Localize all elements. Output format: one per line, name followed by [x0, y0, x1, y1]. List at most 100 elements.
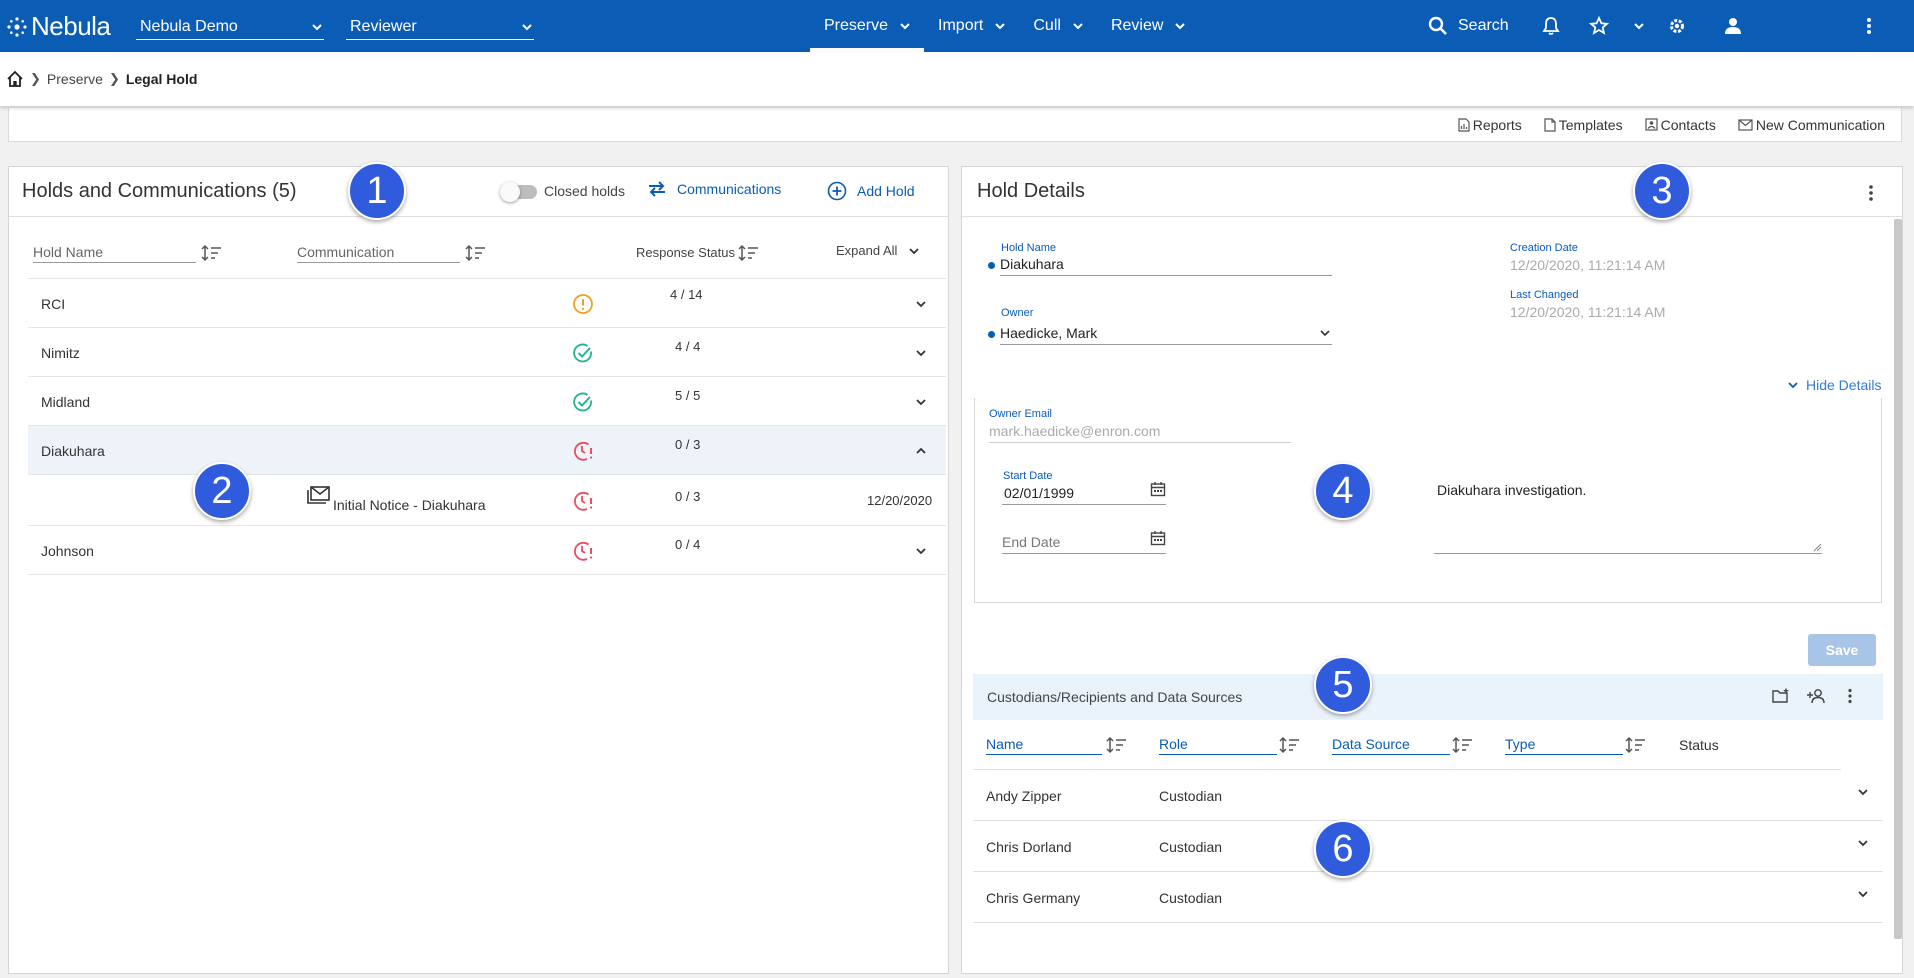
save-button[interactable]: Save	[1808, 634, 1876, 666]
home-icon[interactable]	[6, 70, 24, 88]
expand-row-button[interactable]	[1856, 868, 1870, 919]
nav-cull[interactable]: Cull	[1019, 0, 1097, 52]
add-hold-label: Add Hold	[857, 183, 915, 199]
sort-icon[interactable]	[1451, 736, 1473, 754]
role-filter[interactable]: Role	[1159, 733, 1277, 755]
nav-preserve[interactable]: Preserve	[810, 0, 925, 52]
hold-name-filter[interactable]: Hold Name	[33, 241, 196, 263]
response-cell: 0 / 4	[675, 537, 701, 552]
nav-review[interactable]: Review	[1097, 0, 1199, 52]
expand-all-button[interactable]: Expand All	[836, 243, 921, 258]
custodians-title: Custodians/Recipients and Data Sources	[987, 689, 1243, 705]
hold-name-header: Hold Name	[33, 243, 104, 260]
chevron-down-icon	[1320, 329, 1330, 336]
sort-icon[interactable]	[464, 244, 486, 262]
contacts-button[interactable]: Contacts	[1644, 117, 1716, 133]
expand-row-button[interactable]	[914, 526, 928, 575]
chevron-down-icon[interactable]	[993, 19, 1007, 33]
sort-icon[interactable]	[1624, 736, 1646, 754]
resize-handle-icon[interactable]	[1813, 543, 1822, 552]
annotation-marker-4: 4	[1314, 462, 1372, 520]
end-date-input[interactable]: End Date	[1002, 530, 1166, 554]
custodian-row[interactable]: Andy Zipper Custodian	[973, 770, 1883, 821]
search-label: Search	[1458, 17, 1509, 34]
sort-icon[interactable]	[1105, 736, 1127, 754]
more-vert-icon[interactable]	[1866, 16, 1872, 36]
chevron-down-icon[interactable]	[1071, 19, 1085, 33]
custodian-row[interactable]: Chris Germany Custodian	[973, 872, 1883, 923]
response-cell: 4 / 14	[670, 287, 703, 302]
search-button[interactable]: Search	[1428, 0, 1509, 52]
expand-row-button[interactable]	[1856, 817, 1870, 868]
calendar-icon[interactable]	[1150, 481, 1166, 497]
date-cell: 12/20/2020	[867, 493, 933, 508]
name-filter[interactable]: Name	[986, 733, 1102, 755]
more-vert-icon[interactable]	[1868, 184, 1874, 202]
table-row[interactable]: RCI 4 / 14	[28, 279, 946, 328]
required-indicator	[988, 331, 995, 338]
type-filter[interactable]: Type	[1505, 733, 1623, 755]
data-source-filter[interactable]: Data Source	[1332, 733, 1450, 755]
nav-import[interactable]: Import	[924, 0, 1019, 52]
project-select[interactable]: Nebula Demo	[136, 14, 324, 40]
bell-icon[interactable]	[1542, 16, 1560, 36]
chevron-down-icon[interactable]	[898, 19, 912, 33]
expand-row-button[interactable]	[914, 279, 928, 328]
calendar-icon[interactable]	[1150, 530, 1166, 546]
reports-label: Reports	[1472, 116, 1522, 133]
hold-name-input[interactable]: Diakuhara	[1000, 252, 1332, 276]
role-select[interactable]: Reviewer	[346, 14, 534, 40]
gear-icon[interactable]	[1667, 16, 1687, 36]
sort-icon[interactable]	[737, 244, 759, 262]
logo[interactable]: Nebula	[6, 11, 111, 42]
table-row-selected[interactable]: Diakuhara 0 / 3	[28, 426, 946, 475]
chevron-down-icon[interactable]	[1632, 19, 1646, 33]
star-icon[interactable]	[1589, 16, 1609, 36]
closed-holds-toggle[interactable]	[500, 182, 537, 202]
add-person-icon[interactable]	[1806, 688, 1826, 704]
chevron-down-icon	[1858, 788, 1868, 795]
table-row[interactable]: Midland 5 / 5	[28, 377, 946, 426]
breadcrumb-current: Legal Hold	[125, 71, 198, 87]
expand-row-button[interactable]	[914, 328, 928, 377]
description-value: Diakuhara investigation.	[1437, 482, 1587, 498]
expand-row-button[interactable]	[1856, 766, 1870, 817]
chevron-down-icon	[1858, 890, 1868, 897]
new-communication-button[interactable]: New Communication	[1738, 117, 1885, 133]
add-hold-button[interactable]: Add Hold	[827, 181, 915, 201]
start-date-input[interactable]: 02/01/1999	[1002, 481, 1166, 505]
custodian-role: Custodian	[1159, 889, 1223, 906]
nav-cull-label: Cull	[1033, 17, 1061, 34]
add-folder-icon[interactable]	[1772, 688, 1790, 704]
chevron-down-icon	[1788, 382, 1798, 389]
sort-icon[interactable]	[1278, 736, 1300, 754]
table-row[interactable]: Nimitz 4 / 4	[28, 328, 946, 377]
communications-button[interactable]: Communications	[647, 181, 781, 197]
chevron-down-icon	[312, 23, 322, 30]
table-row[interactable]: Johnson 0 / 4	[28, 526, 946, 575]
custodian-role: Custodian	[1159, 787, 1223, 804]
reports-button[interactable]: Reports	[1458, 117, 1522, 133]
templates-button[interactable]: Templates	[1544, 117, 1623, 133]
breadcrumb-preserve[interactable]: Preserve	[47, 71, 103, 87]
type-header: Type	[1505, 735, 1536, 752]
hide-details-button[interactable]: Hide Details	[1786, 377, 1881, 393]
communication-cell: Initial Notice - Diakuhara	[307, 475, 486, 526]
user-icon[interactable]	[1724, 16, 1742, 36]
chevron-down-icon[interactable]	[1173, 19, 1187, 33]
description-textarea[interactable]: Diakuhara investigation.	[1434, 482, 1822, 554]
communication-filter[interactable]: Communication	[297, 241, 460, 263]
sort-icon[interactable]	[200, 244, 222, 262]
action-bar: Reports Templates Contacts New Communica…	[8, 108, 1902, 142]
collapse-row-button[interactable]	[914, 426, 928, 475]
custodian-row[interactable]: Chris Dorland Custodian	[973, 821, 1883, 872]
owner-select[interactable]: Haedicke, Mark	[1000, 321, 1332, 345]
end-date-placeholder: End Date	[1002, 533, 1061, 550]
scrollbar[interactable]	[1894, 219, 1902, 939]
communication-row[interactable]: Initial Notice - Diakuhara 0 / 3 12/20/2…	[28, 475, 946, 526]
more-vert-icon[interactable]	[1847, 688, 1853, 704]
hide-details-label: Hide Details	[1806, 377, 1882, 393]
expand-row-button[interactable]	[914, 377, 928, 426]
warning-icon	[573, 293, 593, 314]
response-cell: 5 / 5	[675, 388, 701, 403]
